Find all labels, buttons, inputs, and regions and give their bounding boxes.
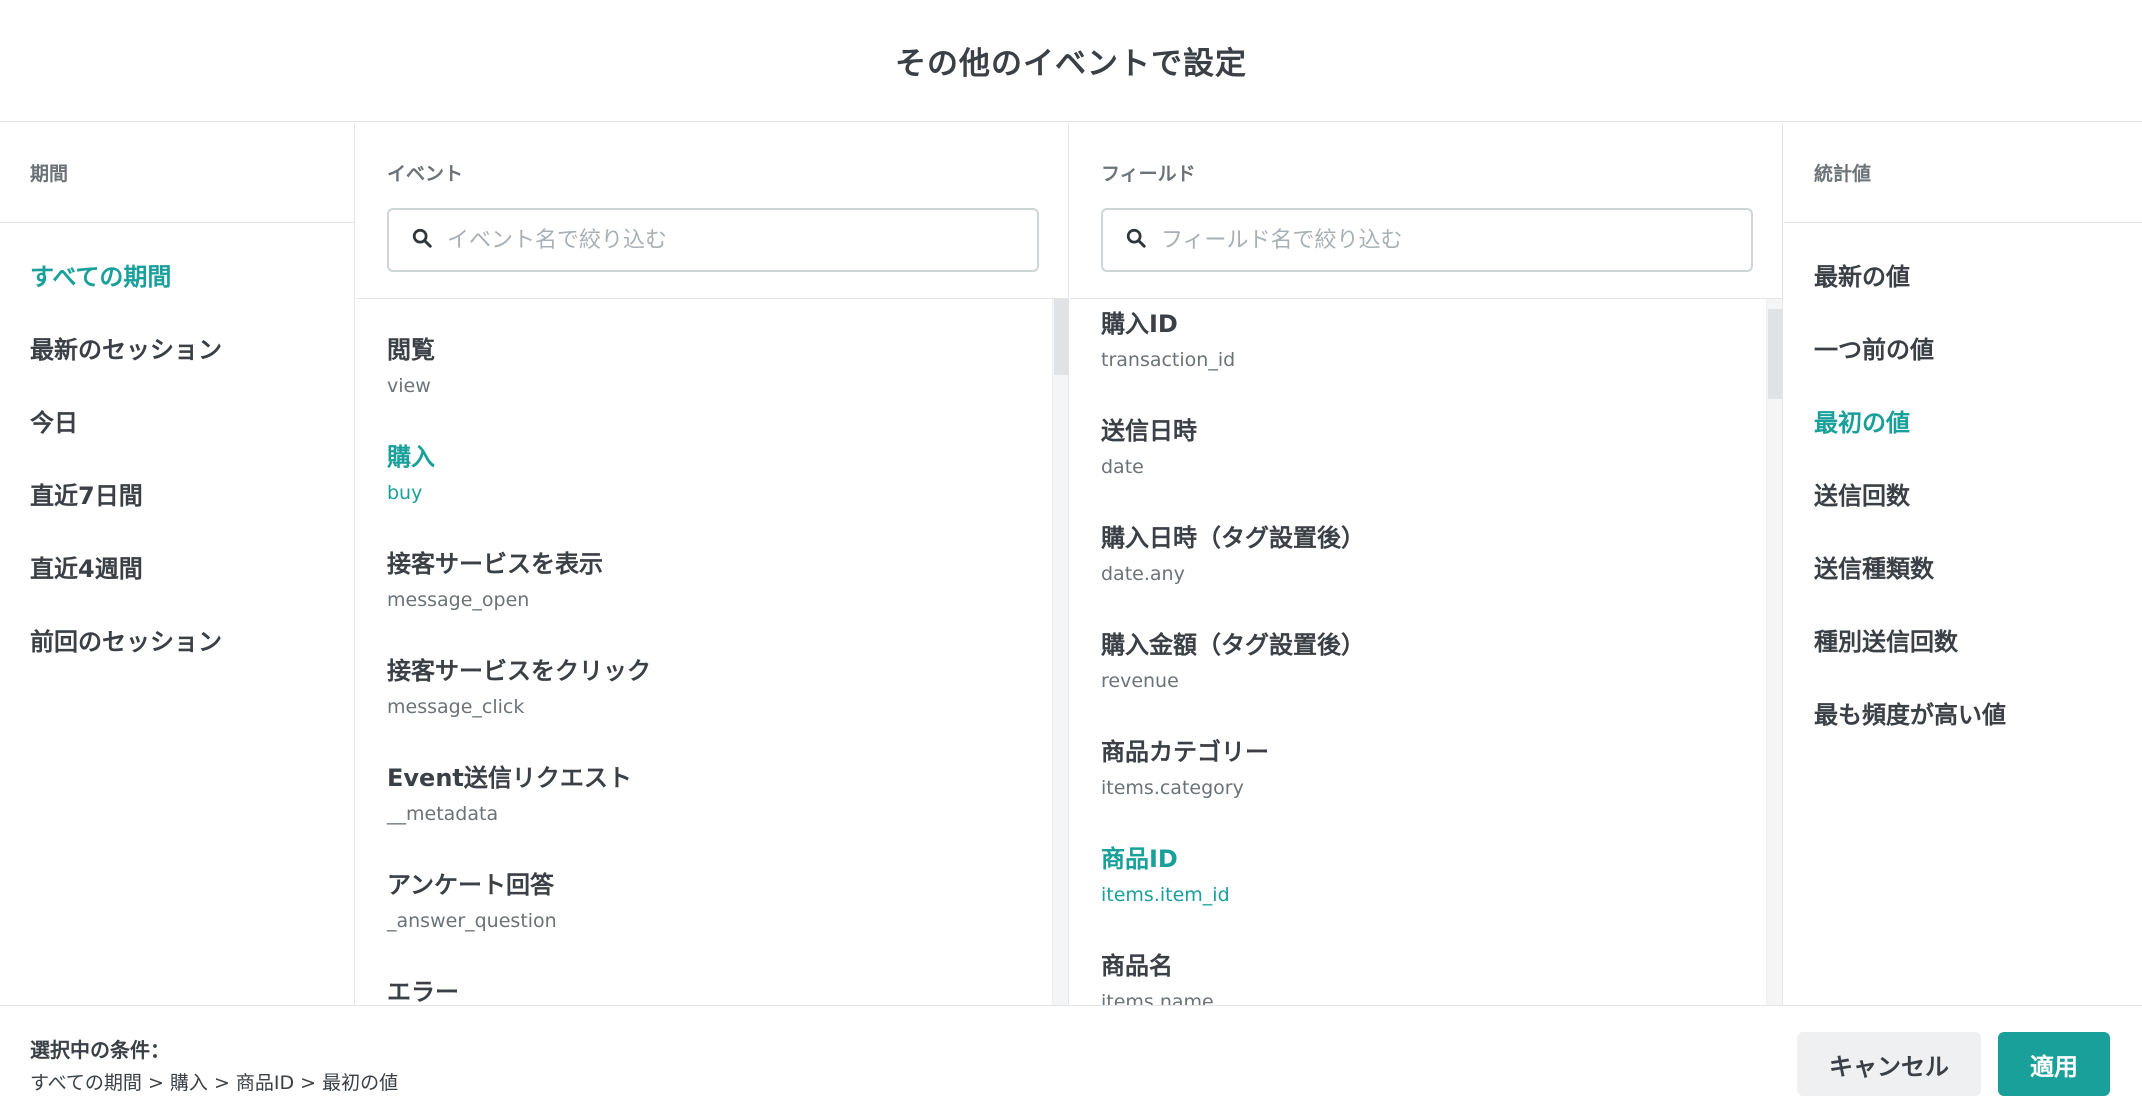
event-item-message-click[interactable]: 接客サービスをクリック message_click	[356, 655, 651, 721]
field-item-item-name[interactable]: 商品名 items.name	[1070, 950, 1214, 1005]
selected-conditions-path: すべての期間 > 購入 > 商品ID > 最初の値	[30, 1072, 399, 1094]
field-item-date-any[interactable]: 購入日時（タグ設置後） date.any	[1070, 522, 1365, 588]
field-header: フィールド	[1070, 123, 1782, 299]
field-item-date[interactable]: 送信日時 date	[1070, 415, 1197, 481]
field-item-key: transaction_id	[1101, 349, 1236, 371]
search-icon	[411, 227, 433, 253]
period-item-latest-session[interactable]: 最新のセッション	[0, 330, 354, 403]
stat-item-count-by-type[interactable]: 種別送信回数	[1784, 622, 2142, 695]
period-item-last-4-weeks[interactable]: 直近4週間	[0, 549, 354, 622]
field-item-name: 購入日時（タグ設置後）	[1101, 524, 1365, 552]
dialog-title: その他のイベントで設定	[895, 46, 1247, 82]
field-item-item-id[interactable]: 商品ID items.item_id	[1070, 843, 1230, 909]
field-item-category[interactable]: 商品カテゴリー items.category	[1070, 736, 1269, 802]
event-item-name: 購入	[387, 443, 435, 471]
field-item-name: 購入ID	[1101, 310, 1178, 338]
stat-label: 統計値	[1814, 163, 1872, 185]
period-label: 期間	[30, 163, 69, 185]
period-item-last-7-days[interactable]: 直近7日間	[0, 476, 354, 549]
field-item-revenue[interactable]: 購入金額（タグ設置後） revenue	[1070, 629, 1365, 695]
event-item-buy[interactable]: 購入 buy	[356, 441, 435, 507]
field-item-key: revenue	[1101, 670, 1179, 692]
stat-item-most-frequent[interactable]: 最も頻度が高い値	[1784, 695, 2142, 768]
event-item-key: buy	[387, 482, 423, 504]
apply-button[interactable]: 適用	[1998, 1032, 2110, 1096]
stat-column: 統計値 最新の値 一つ前の値 最初の値 送信回数 送信種類数 種別送信回数 最も…	[1784, 123, 2142, 1005]
event-item-name: 接客サービスを表示	[387, 550, 603, 578]
event-item-key: __metadata	[387, 803, 499, 825]
field-list: 購入ID transaction_id 送信日時 date 購入日時（タグ設置後…	[1070, 299, 1782, 1005]
search-icon	[1125, 227, 1147, 253]
event-item-name: エラー	[387, 978, 459, 1005]
period-item-previous-session[interactable]: 前回のセッション	[0, 622, 354, 695]
period-list: すべての期間 最新のセッション 今日 直近7日間 直近4週間 前回のセッション	[0, 223, 354, 695]
field-item-name: 送信日時	[1101, 417, 1197, 445]
field-label: フィールド	[1101, 163, 1196, 185]
field-item-name: 商品ID	[1101, 845, 1178, 873]
event-item-name: 接客サービスをクリック	[387, 657, 651, 685]
stat-item-first[interactable]: 最初の値	[1784, 403, 2142, 476]
event-item-name: Event送信リクエスト	[387, 764, 632, 792]
field-item-key: date.any	[1101, 563, 1185, 585]
dialog-header: その他のイベントで設定	[0, 0, 2142, 122]
stat-list: 最新の値 一つ前の値 最初の値 送信回数 送信種類数 種別送信回数 最も頻度が高…	[1784, 223, 2142, 768]
event-search-box[interactable]	[387, 208, 1039, 272]
field-item-transaction-id[interactable]: 購入ID transaction_id	[1070, 308, 1235, 374]
period-item-all[interactable]: すべての期間	[0, 257, 354, 330]
event-item-answer-question[interactable]: アンケート回答 _answer_question	[356, 869, 557, 935]
field-item-key: items.item_id	[1101, 884, 1230, 906]
field-item-name: 商品名	[1101, 952, 1173, 980]
event-search-input[interactable]	[447, 227, 1027, 253]
field-item-key: date	[1101, 456, 1144, 478]
event-header: イベント	[356, 123, 1068, 299]
field-scrollbar[interactable]	[1766, 299, 1782, 1005]
period-column: 期間 すべての期間 最新のセッション 今日 直近7日間 直近4週間 前回のセッシ…	[0, 123, 355, 1005]
event-item-key: _answer_question	[387, 910, 557, 932]
stat-header: 統計値	[1784, 123, 2142, 223]
field-scrollbar-thumb[interactable]	[1768, 309, 1782, 399]
event-item-key: message_open	[387, 589, 530, 611]
event-item-message-open[interactable]: 接客サービスを表示 message_open	[356, 548, 603, 614]
field-search-box[interactable]	[1101, 208, 1753, 272]
event-list: 閲覧 view 購入 buy 接客サービスを表示 message_open 接客…	[356, 299, 1068, 1005]
event-scrollbar[interactable]	[1052, 299, 1068, 1005]
field-item-key: items.name	[1101, 991, 1214, 1005]
field-column: フィールド 購入ID transaction_id 送信日時 date 購入日時…	[1070, 123, 1783, 1005]
selected-conditions-label: 選択中の条件：	[30, 1038, 170, 1062]
period-item-today[interactable]: 今日	[0, 403, 354, 476]
event-item-name: 閲覧	[387, 336, 435, 364]
stat-item-previous[interactable]: 一つ前の値	[1784, 330, 2142, 403]
field-item-name: 商品カテゴリー	[1101, 738, 1269, 766]
event-column: イベント 閲覧 view 購入 buy 接客サービスを表示 message_op…	[356, 123, 1069, 1005]
stat-item-count[interactable]: 送信回数	[1784, 476, 2142, 549]
field-item-key: items.category	[1101, 777, 1244, 799]
stat-item-latest[interactable]: 最新の値	[1784, 257, 2142, 330]
cancel-button[interactable]: キャンセル	[1797, 1032, 1981, 1096]
event-item-error[interactable]: エラー	[356, 976, 459, 1005]
event-label: イベント	[387, 163, 464, 185]
event-item-key: view	[387, 375, 431, 397]
field-item-name: 購入金額（タグ設置後）	[1101, 631, 1365, 659]
event-item-key: message_click	[387, 696, 525, 718]
period-header: 期間	[0, 123, 354, 223]
event-item-name: アンケート回答	[387, 871, 555, 899]
event-item-metadata[interactable]: Event送信リクエスト __metadata	[356, 762, 632, 828]
field-search-input[interactable]	[1161, 227, 1741, 253]
event-item-view[interactable]: 閲覧 view	[356, 334, 435, 400]
event-scrollbar-thumb[interactable]	[1054, 299, 1068, 375]
dialog-footer: 選択中の条件： すべての期間 > 購入 > 商品ID > 最初の値 キャンセル …	[0, 1005, 2142, 1108]
stat-item-distinct-count[interactable]: 送信種類数	[1784, 549, 2142, 622]
